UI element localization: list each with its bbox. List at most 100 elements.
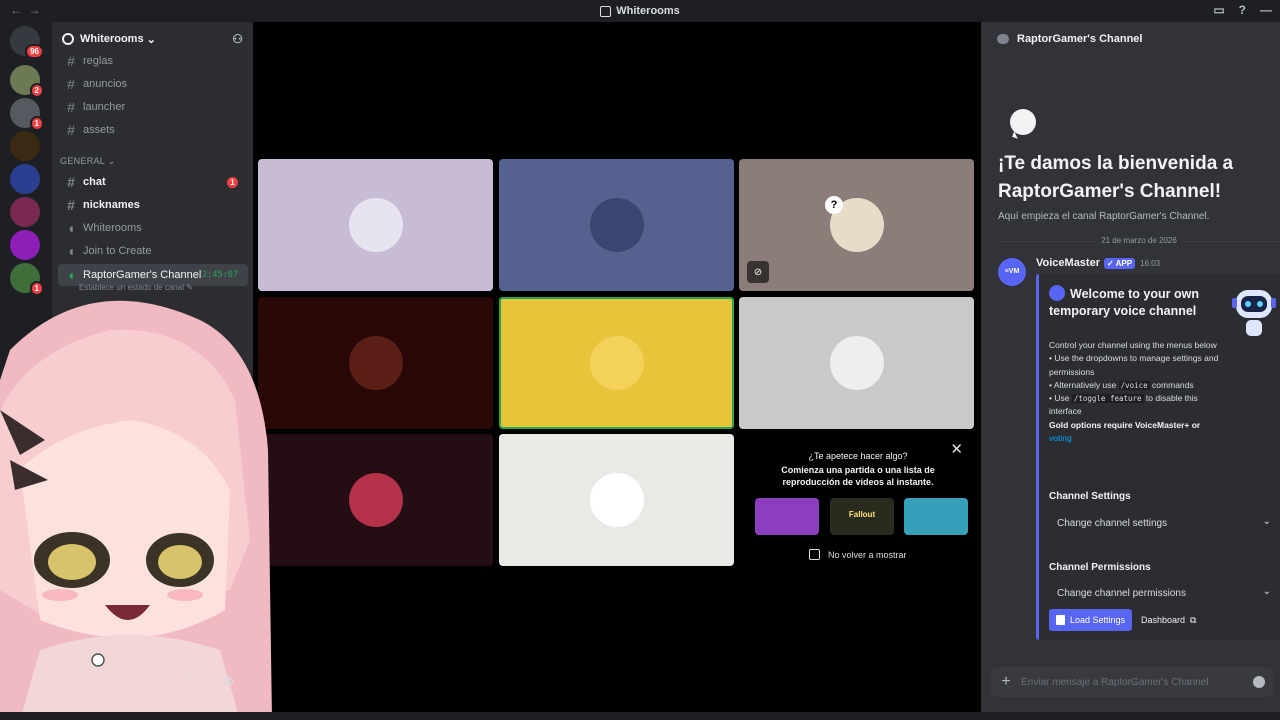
question-icon: ? <box>825 196 843 214</box>
embed-title-text: Welcome to your own temporary voice chan… <box>1049 287 1199 318</box>
server-icon[interactable] <box>10 197 40 227</box>
window-titlebar: ← → Whiterooms ▭ ? — <box>0 0 1280 22</box>
avatar <box>348 473 403 527</box>
add-user-icon[interactable]: ⚇ <box>232 32 243 46</box>
participant-tile[interactable] <box>258 159 493 291</box>
activity-title: ¿Te apetece hacer algo? <box>808 451 908 461</box>
author-name[interactable]: VoiceMaster <box>1036 257 1100 269</box>
speaker-icon: ◖ <box>66 267 76 283</box>
back-arrow-icon[interactable]: ← → <box>10 3 41 17</box>
channel-label: chat <box>83 176 106 188</box>
load-settings-button[interactable]: Load Settings <box>1049 609 1133 631</box>
channel-settings-label: Channel Settings <box>1049 491 1131 502</box>
speaker-icon: ◖ <box>66 220 76 236</box>
inbox-icon[interactable]: ▭ <box>1213 3 1224 17</box>
select-placeholder: Change channel permissions <box>1057 588 1186 599</box>
chat-header: RaptorGamer's Channel <box>981 22 1280 56</box>
hash-icon: # <box>67 174 75 190</box>
voicemaster-embed: Welcome to your own temporary voice chan… <box>1036 274 1280 640</box>
channel-reglas[interactable]: # reglas <box>58 50 248 72</box>
vtuber-avatar-overlay <box>0 300 272 720</box>
server-icon[interactable] <box>10 230 40 260</box>
avatar <box>829 336 884 390</box>
participant-tile[interactable] <box>499 434 734 566</box>
channel-anuncios[interactable]: # anuncios <box>58 73 248 95</box>
voice-channel-join-to-create[interactable]: ◖ Join to Create <box>58 240 248 262</box>
inline-code: /voice <box>1118 380 1150 390</box>
help-icon[interactable]: ? <box>1239 3 1246 17</box>
checkbox[interactable] <box>809 549 820 560</box>
activity-prompt: ✕ ¿Te apetece hacer algo? Comienza una p… <box>741 434 975 568</box>
composer-placeholder: Enviar mensaje a RaptorGamer's Channel <box>1021 676 1209 688</box>
hash-icon: # <box>67 197 75 213</box>
participant-tile[interactable] <box>739 297 974 429</box>
avatar[interactable]: ≡VM <box>998 258 1026 286</box>
message-composer[interactable]: + Enviar mensaje a RaptorGamer's Channel <box>991 667 1273 697</box>
channel-assets[interactable]: # assets <box>58 119 248 141</box>
participant-tile[interactable] <box>258 434 493 566</box>
activity-game-3[interactable] <box>904 498 968 535</box>
server-icon[interactable]: 96 <box>10 26 44 59</box>
button-label: Load Settings <box>1070 615 1126 625</box>
channel-settings-select[interactable]: Change channel settings ⌄ <box>1049 510 1277 537</box>
minimize-icon[interactable]: — <box>1260 3 1272 17</box>
server-icon[interactable]: 1 <box>10 98 44 131</box>
activity-game-2[interactable]: Fallout <box>830 498 894 535</box>
dont-show-again[interactable]: No volver a mostrar <box>809 549 907 560</box>
voice-channel-whiterooms[interactable]: ◖ Whiterooms <box>58 217 248 239</box>
hash-icon: # <box>67 122 75 138</box>
guild-icon <box>62 33 74 45</box>
channel-label: Whiterooms <box>83 222 142 234</box>
participant-tile[interactable] <box>499 159 734 291</box>
emoji-icon[interactable] <box>1253 676 1265 688</box>
robot-icon <box>1232 290 1276 336</box>
chevron-down-icon: ⌄ <box>1262 586 1271 597</box>
app-badge: ✓ APP <box>1104 257 1136 269</box>
dashboard-button[interactable]: Dashboard ⧉ <box>1135 609 1202 631</box>
channel-permissions-select[interactable]: Change channel permissions ⌄ <box>1049 580 1277 607</box>
category-general[interactable]: GENERAL ⌄ <box>60 156 115 167</box>
unread-badge: 1 <box>227 176 238 188</box>
channel-label: reglas <box>83 55 113 67</box>
participant-tile[interactable] <box>258 297 493 429</box>
headphones-icon[interactable]: ◠ <box>185 674 196 690</box>
checkbox-label: No volver a mostrar <box>828 549 907 560</box>
avatar <box>589 336 644 390</box>
channel-permissions-label: Channel Permissions <box>1049 562 1151 573</box>
app-badge-label: APP <box>1115 258 1133 268</box>
avatar <box>589 198 644 252</box>
plus-icon[interactable]: + <box>991 673 1021 691</box>
button-label: Dashboard <box>1141 615 1186 625</box>
channel-label: nicknames <box>83 199 140 211</box>
server-icon[interactable] <box>10 164 40 194</box>
voting-link[interactable]: voting <box>1049 433 1072 443</box>
avatar <box>348 336 403 390</box>
server-icon[interactable]: 1 <box>10 263 44 296</box>
user-controls: ◠ ⚙ <box>172 664 248 700</box>
activity-description: Comienza una partida o una lista de repr… <box>741 464 975 488</box>
taskbar <box>0 712 1280 720</box>
channel-nicknames[interactable]: # nicknames <box>58 194 248 216</box>
hash-icon: # <box>67 99 75 115</box>
embed-title: Welcome to your own temporary voice chan… <box>1049 285 1214 320</box>
category-label: GENERAL <box>60 156 105 166</box>
participant-tile[interactable]: ? ⊘ <box>739 159 974 291</box>
channel-launcher[interactable]: # launcher <box>58 96 248 118</box>
activity-desc-line: Comienza una partida o una lista de <box>781 465 935 475</box>
embed-bullet: • Use /toggle feature to disable this in… <box>1049 392 1229 419</box>
embed-body: Control your channel using the menus bel… <box>1049 339 1229 445</box>
chat-channel-name: RaptorGamer's Channel <box>1017 33 1143 45</box>
gear-icon[interactable]: ⚙ <box>223 674 235 690</box>
server-icon[interactable] <box>10 131 40 161</box>
mention-badge: 2 <box>29 83 44 98</box>
channel-label: anuncios <box>83 78 128 90</box>
window-title: Whiterooms <box>616 5 680 17</box>
hash-icon: # <box>67 53 75 69</box>
embed-bullet: • Alternatively use /voice commands <box>1049 379 1229 392</box>
participant-tile[interactable] <box>499 297 734 429</box>
server-icon[interactable]: 2 <box>10 65 44 98</box>
activity-game-1[interactable] <box>755 498 819 535</box>
voice-timer: 2:45:07 <box>202 270 238 280</box>
chevron-down-icon: ⌄ <box>146 33 156 46</box>
channel-chat[interactable]: # chat 1 <box>58 171 248 193</box>
